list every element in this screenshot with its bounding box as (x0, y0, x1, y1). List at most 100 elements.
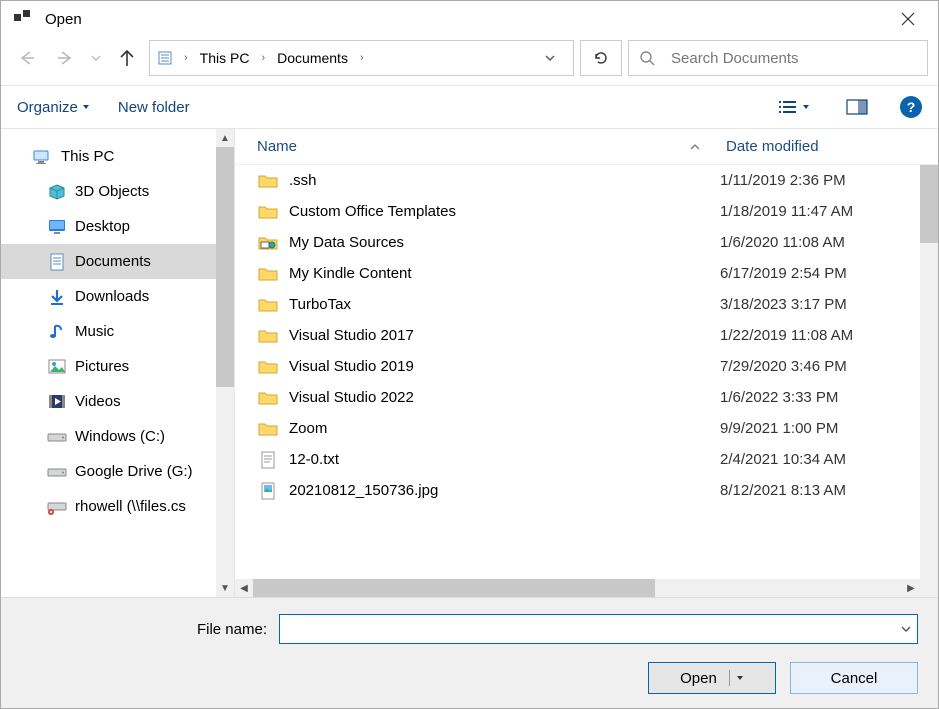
file-row[interactable]: Custom Office Templates1/18/2019 11:47 A… (235, 196, 920, 227)
file-name: .ssh (289, 172, 720, 189)
help-button[interactable]: ? (900, 96, 922, 118)
filename-input[interactable] (280, 615, 895, 643)
chevron-down-icon (545, 53, 555, 63)
file-name: Zoom (289, 420, 720, 437)
chevron-down-icon (901, 624, 911, 634)
bottom-panel: File name: Open Cancel (1, 597, 938, 708)
file-row[interactable]: TurboTax3/18/2023 3:17 PM (235, 289, 920, 320)
file-row[interactable]: My Data Sources1/6/2020 11:08 AM (235, 227, 920, 258)
file-name: My Data Sources (289, 234, 720, 251)
filelist-vscrollbar[interactable] (920, 165, 938, 579)
folder-icon (257, 173, 279, 189)
file-row[interactable]: Visual Studio 20171/22/2019 11:08 AM (235, 320, 920, 351)
search-box[interactable] (628, 40, 928, 76)
sidebar-item[interactable]: Music (1, 314, 216, 349)
view-options-button[interactable] (774, 97, 814, 117)
up-button[interactable] (111, 42, 143, 74)
breadcrumb-separator[interactable]: › (178, 52, 194, 64)
sidebar-item[interactable]: Pictures (1, 349, 216, 384)
scroll-thumb[interactable] (920, 165, 938, 243)
file-row[interactable]: My Kindle Content6/17/2019 2:54 PM (235, 258, 920, 289)
file-row[interactable]: 20210812_150736.jpg8/12/2021 8:13 AM (235, 475, 920, 506)
scroll-right-icon[interactable]: ▶ (902, 579, 920, 597)
main-area: This PC3D ObjectsDesktop Documents Downloa… (1, 129, 938, 597)
open-button[interactable]: Open (648, 662, 776, 694)
sidebar-item[interactable]: Windows (C:) (1, 419, 216, 454)
chevron-down-icon (82, 103, 90, 111)
videos-icon (47, 393, 67, 411)
folder-icon (257, 390, 279, 406)
filename-dropdown[interactable] (895, 624, 917, 634)
file-row[interactable]: .ssh1/11/2019 2:36 PM (235, 165, 920, 196)
filename-label: File name: (21, 621, 271, 638)
scroll-thumb[interactable] (253, 579, 655, 597)
back-button[interactable] (11, 42, 43, 74)
file-name: Visual Studio 2022 (289, 389, 720, 406)
scroll-up-icon[interactable]: ▲ (216, 129, 234, 147)
breadcrumb-item[interactable]: Documents (273, 50, 352, 66)
breadcrumb-drop[interactable] (545, 53, 569, 63)
scroll-down-icon[interactable]: ▼ (216, 579, 234, 597)
sidebar-item[interactable]: Videos (1, 384, 216, 419)
sidebar-item[interactable]: Downloads (1, 279, 216, 314)
history-dropdown[interactable] (87, 42, 105, 74)
refresh-icon (593, 50, 609, 66)
file-row[interactable]: Visual Studio 20197/29/2020 3:46 PM (235, 351, 920, 382)
sidebar-item[interactable]: Google Drive (G:) (1, 454, 216, 489)
sort-indicator[interactable] (690, 143, 720, 151)
forward-button[interactable] (49, 42, 81, 74)
column-header-date[interactable]: Date modified (720, 138, 920, 155)
sidebar: This PC3D ObjectsDesktop Documents Downloa… (1, 129, 235, 597)
folder-icon (257, 204, 279, 220)
sidebar-item-label: Google Drive (G:) (75, 463, 193, 480)
breadcrumb-separator[interactable]: › (255, 52, 271, 64)
new-folder-label: New folder (118, 99, 190, 116)
sidebar-item[interactable]: Documents (1, 244, 216, 279)
file-row[interactable]: Zoom9/9/2021 1:00 PM (235, 413, 920, 444)
filelist-hscrollbar[interactable]: ◀ ▶ (235, 579, 920, 597)
sidebar-item-this-pc[interactable]: This PC (1, 139, 216, 174)
breadcrumb[interactable]: › This PC › Documents › (149, 40, 574, 76)
breadcrumb-item[interactable]: This PC (196, 50, 254, 66)
pictures-icon (47, 358, 67, 376)
search-input[interactable] (669, 49, 917, 68)
column-header-name[interactable]: Name (235, 138, 690, 155)
column-headers: Name Date modified (235, 129, 938, 165)
music-icon (47, 323, 67, 341)
toolbar: Organize New folder ? (1, 85, 938, 129)
new-folder-button[interactable]: New folder (118, 99, 190, 116)
file-date: 2/4/2021 10:34 AM (720, 451, 920, 468)
scroll-left-icon[interactable]: ◀ (235, 579, 253, 597)
location-icon (154, 50, 176, 66)
filename-combobox[interactable] (279, 614, 918, 644)
breadcrumb-separator[interactable]: › (354, 52, 370, 64)
imagefile-icon (257, 482, 279, 500)
file-date: 8/12/2021 8:13 AM (720, 482, 920, 499)
organize-label: Organize (17, 99, 78, 116)
cancel-button[interactable]: Cancel (790, 662, 918, 694)
close-icon (901, 12, 915, 26)
arrow-left-icon (17, 48, 37, 68)
refresh-button[interactable] (580, 40, 622, 76)
sidebar-item[interactable]: Desktop (1, 209, 216, 244)
chevron-down-icon (736, 674, 744, 682)
sidebar-scrollbar[interactable]: ▲ ▼ (216, 129, 234, 597)
scroll-thumb[interactable] (216, 147, 234, 387)
cancel-label: Cancel (831, 670, 878, 687)
sidebar-item-label: Documents (75, 253, 151, 270)
sidebar-item[interactable]: 3D Objects (1, 174, 216, 209)
chevron-down-icon (91, 53, 101, 63)
file-row[interactable]: 12-0.txt2/4/2021 10:34 AM (235, 444, 920, 475)
file-list: Name Date modified .ssh1/11/2019 2:36 PM… (235, 129, 938, 597)
download-icon (47, 288, 67, 306)
file-date: 7/29/2020 3:46 PM (720, 358, 920, 375)
file-date: 1/6/2020 11:08 AM (720, 234, 920, 251)
preview-pane-button[interactable] (842, 97, 872, 117)
organize-menu[interactable]: Organize (17, 99, 90, 116)
file-name: 20210812_150736.jpg (289, 482, 720, 499)
sidebar-item-label: Pictures (75, 358, 129, 375)
close-button[interactable] (886, 4, 930, 34)
file-row[interactable]: Visual Studio 20221/6/2022 3:33 PM (235, 382, 920, 413)
sidebar-item[interactable]: rhowell (\\files.cs (1, 489, 216, 524)
folder-icon (257, 297, 279, 313)
